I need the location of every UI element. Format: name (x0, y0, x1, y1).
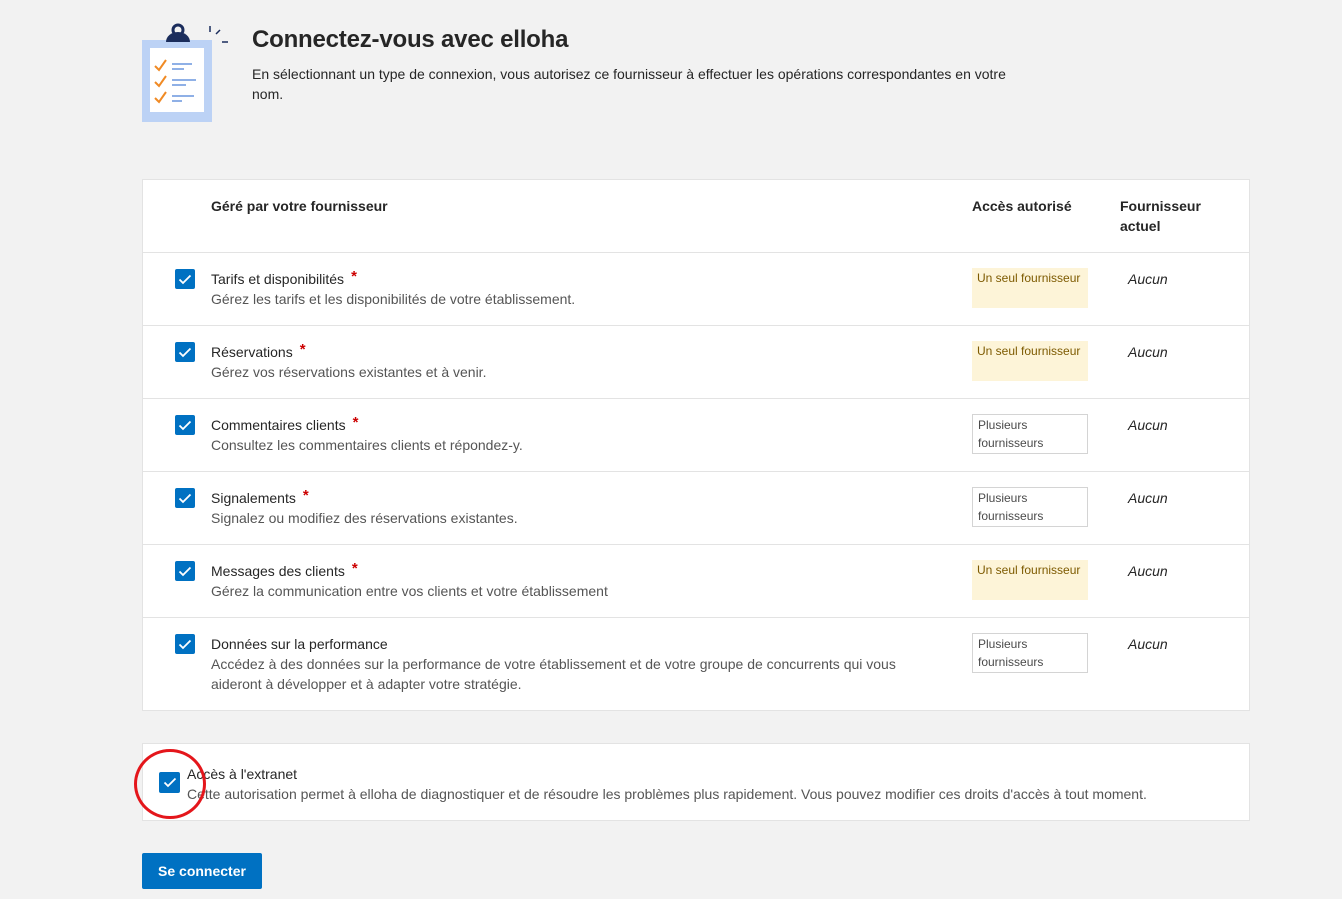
current-provider: Aucun (1128, 271, 1168, 287)
access-badge: Un seul fournisseur (972, 341, 1088, 381)
permission-row-reviews: Commentaires clients * Consultez les comm… (143, 398, 1249, 471)
checkmark-icon (163, 777, 176, 788)
reviews-checkbox[interactable] (175, 415, 195, 435)
current-provider: Aucun (1128, 636, 1168, 652)
connect-button[interactable]: Se connecter (142, 853, 262, 889)
permission-description: Signalez ou modifiez des réservations ex… (211, 510, 518, 526)
checkmark-icon (178, 420, 192, 430)
current-provider: Aucun (1128, 417, 1168, 433)
permission-row-rates: Tarifs et disponibilités * Gérez les tari… (143, 252, 1249, 325)
column-header-managed: Géré par votre fournisseur (211, 198, 388, 214)
messages-checkbox[interactable] (175, 561, 195, 581)
column-header-access: Accès autorisé (972, 198, 1072, 214)
page-title: Connectez-vous avec elloha (252, 26, 569, 53)
permission-description: Gérez les tarifs et les disponibilités d… (211, 291, 576, 307)
required-marker: * (351, 268, 357, 285)
rates-checkbox[interactable] (175, 269, 195, 289)
permission-row-reports: Signalements * Signalez ou modifiez des r… (143, 471, 1249, 544)
permission-row-messages: Messages des clients * Gérez la communica… (143, 544, 1249, 617)
extranet-title: Accès à l'extranet (187, 766, 298, 782)
checkmark-icon (178, 639, 192, 649)
extranet-checkbox[interactable] (159, 772, 180, 793)
required-marker: * (299, 341, 306, 358)
access-badge: Un seul fournisseur (972, 560, 1088, 600)
permission-row-performance: Données sur la performance Accédez à des… (143, 617, 1249, 710)
performance-checkbox[interactable] (175, 634, 195, 654)
permission-title: Tarifs et disponibilités * (211, 268, 357, 287)
checkmark-icon (178, 274, 192, 284)
permission-title: Données sur la performance (211, 636, 388, 652)
required-marker: * (351, 560, 358, 577)
permission-description: Gérez vos réservations existantes et à v… (211, 364, 487, 380)
checkmark-icon (178, 493, 192, 503)
reports-checkbox[interactable] (175, 488, 195, 508)
required-marker: * (302, 487, 309, 504)
current-provider: Aucun (1128, 563, 1168, 579)
permission-description: Consultez les commentaires clients et ré… (211, 437, 523, 453)
access-badge: Un seul fournisseur (972, 268, 1088, 308)
permission-description: Accédez à des données sur la performance… (211, 656, 896, 692)
permissions-table: Géré par votre fournisseur Accès autoris… (142, 179, 1250, 711)
permission-row-reservations: Réservations * Gérez vos réservations exi… (143, 325, 1249, 398)
extranet-access-section: Accès à l'extranet Cette autorisation pe… (142, 743, 1250, 821)
column-header-current-provider: Fournisseur actuel (1120, 198, 1201, 234)
permission-title: Signalements * (211, 487, 309, 506)
reservations-checkbox[interactable] (175, 342, 195, 362)
access-badge: Plusieurs fournisseurs (972, 414, 1088, 454)
current-provider: Aucun (1128, 490, 1168, 506)
permission-title: Messages des clients * (211, 560, 358, 579)
current-provider: Aucun (1128, 344, 1168, 360)
checkmark-icon (178, 347, 192, 357)
checkmark-icon (178, 566, 192, 576)
permission-title: Commentaires clients * (211, 414, 359, 433)
access-badge: Plusieurs fournisseurs (972, 487, 1088, 527)
access-badge: Plusieurs fournisseurs (972, 633, 1088, 673)
permission-description: Gérez la communication entre vos clients… (211, 583, 608, 599)
clipboard-checklist-icon (140, 22, 234, 124)
page-description: En sélectionnant un type de connexion, v… (252, 66, 1006, 102)
required-marker: * (352, 414, 359, 431)
permission-title: Réservations * (211, 341, 306, 360)
extranet-description: Cette autorisation permet à elloha de di… (187, 786, 1147, 802)
